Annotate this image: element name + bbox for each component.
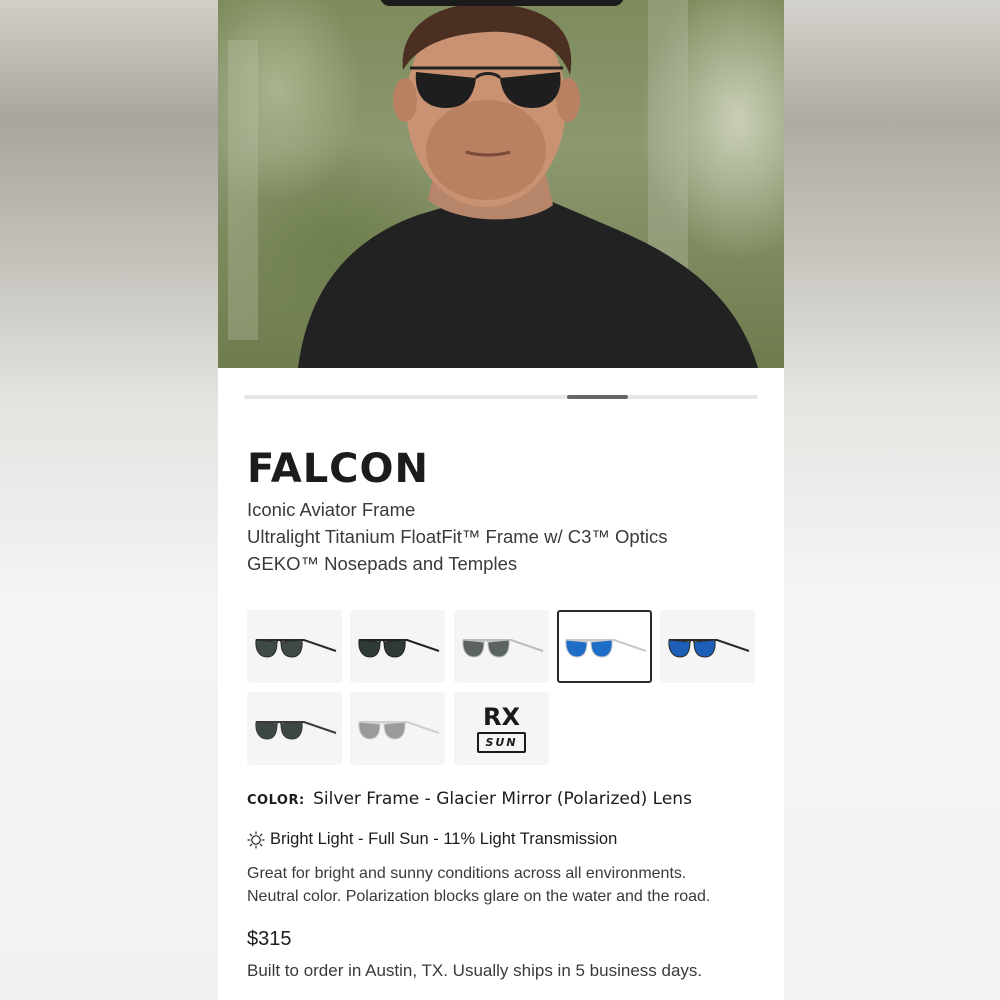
sunglasses-icon xyxy=(254,720,336,740)
swatch-option[interactable] xyxy=(247,610,342,683)
lens-right xyxy=(692,638,716,658)
rx-sun-option[interactable]: RX SUN xyxy=(454,692,549,765)
lens-left xyxy=(254,638,278,658)
model-photo xyxy=(228,0,758,368)
product-feature: Ultralight Titanium FloatFit™ Frame w/ C… xyxy=(247,526,668,547)
product-feature: GEKO™ Nosepads and Temples xyxy=(247,553,518,574)
lens-right xyxy=(382,720,406,740)
lens-left xyxy=(357,720,381,740)
lens-right xyxy=(486,638,510,658)
shipping-info: Built to order in Austin, TX. Usually sh… xyxy=(247,961,703,980)
swatch-option[interactable] xyxy=(454,610,549,683)
swatch-option[interactable] xyxy=(350,610,445,683)
hero-image[interactable] xyxy=(218,0,784,368)
lens-right xyxy=(279,720,303,740)
sun-icon xyxy=(247,830,265,849)
lens-right xyxy=(382,638,406,658)
sunglasses-icon xyxy=(357,720,439,740)
gallery-scroll-thumb[interactable] xyxy=(567,395,628,399)
lens-left xyxy=(667,638,691,658)
swatch-option-selected[interactable] xyxy=(557,610,652,683)
background-blur-left xyxy=(0,0,218,1000)
sun-label: SUN xyxy=(477,732,526,753)
color-label: COLOR: xyxy=(247,793,305,808)
rx-sun-logo: RX SUN xyxy=(477,703,526,753)
sunglasses-icon xyxy=(461,638,543,658)
lens-left xyxy=(357,638,381,658)
light-text: Bright Light - Full Sun - 11% Light Tran… xyxy=(270,830,618,848)
light-condition: Bright Light - Full Sun - 11% Light Tran… xyxy=(247,830,617,849)
lens-right xyxy=(279,638,303,658)
lens-right xyxy=(589,638,613,658)
product-feature: Iconic Aviator Frame xyxy=(247,499,416,520)
price: $315 xyxy=(247,928,292,950)
swatch-option[interactable] xyxy=(247,692,342,765)
sunglasses-icon xyxy=(254,638,336,658)
color-value: Silver Frame - Glacier Mirror (Polarized… xyxy=(313,789,692,809)
sunglasses-icon xyxy=(564,638,646,658)
sunglasses-icon xyxy=(357,638,439,658)
camera-notch xyxy=(380,0,624,6)
product-page: FALCON Iconic Aviator Frame Ultralight T… xyxy=(218,0,784,1000)
sunglasses-icon xyxy=(667,638,749,658)
swatch-option[interactable] xyxy=(350,692,445,765)
description-line: Neutral color. Polarization blocks glare… xyxy=(247,888,711,905)
lens-left xyxy=(564,638,588,658)
lens-left xyxy=(254,720,278,740)
description-line: Great for bright and sunny conditions ac… xyxy=(247,865,687,882)
rx-label: RX xyxy=(483,703,520,731)
gallery-scrollbar[interactable] xyxy=(244,395,758,399)
swatch-option[interactable] xyxy=(660,610,755,683)
product-title: FALCON xyxy=(247,446,430,492)
lens-left xyxy=(461,638,485,658)
selected-color: COLOR: Silver Frame - Glacier Mirror (Po… xyxy=(247,789,692,809)
background-blur-right xyxy=(784,0,1000,1000)
